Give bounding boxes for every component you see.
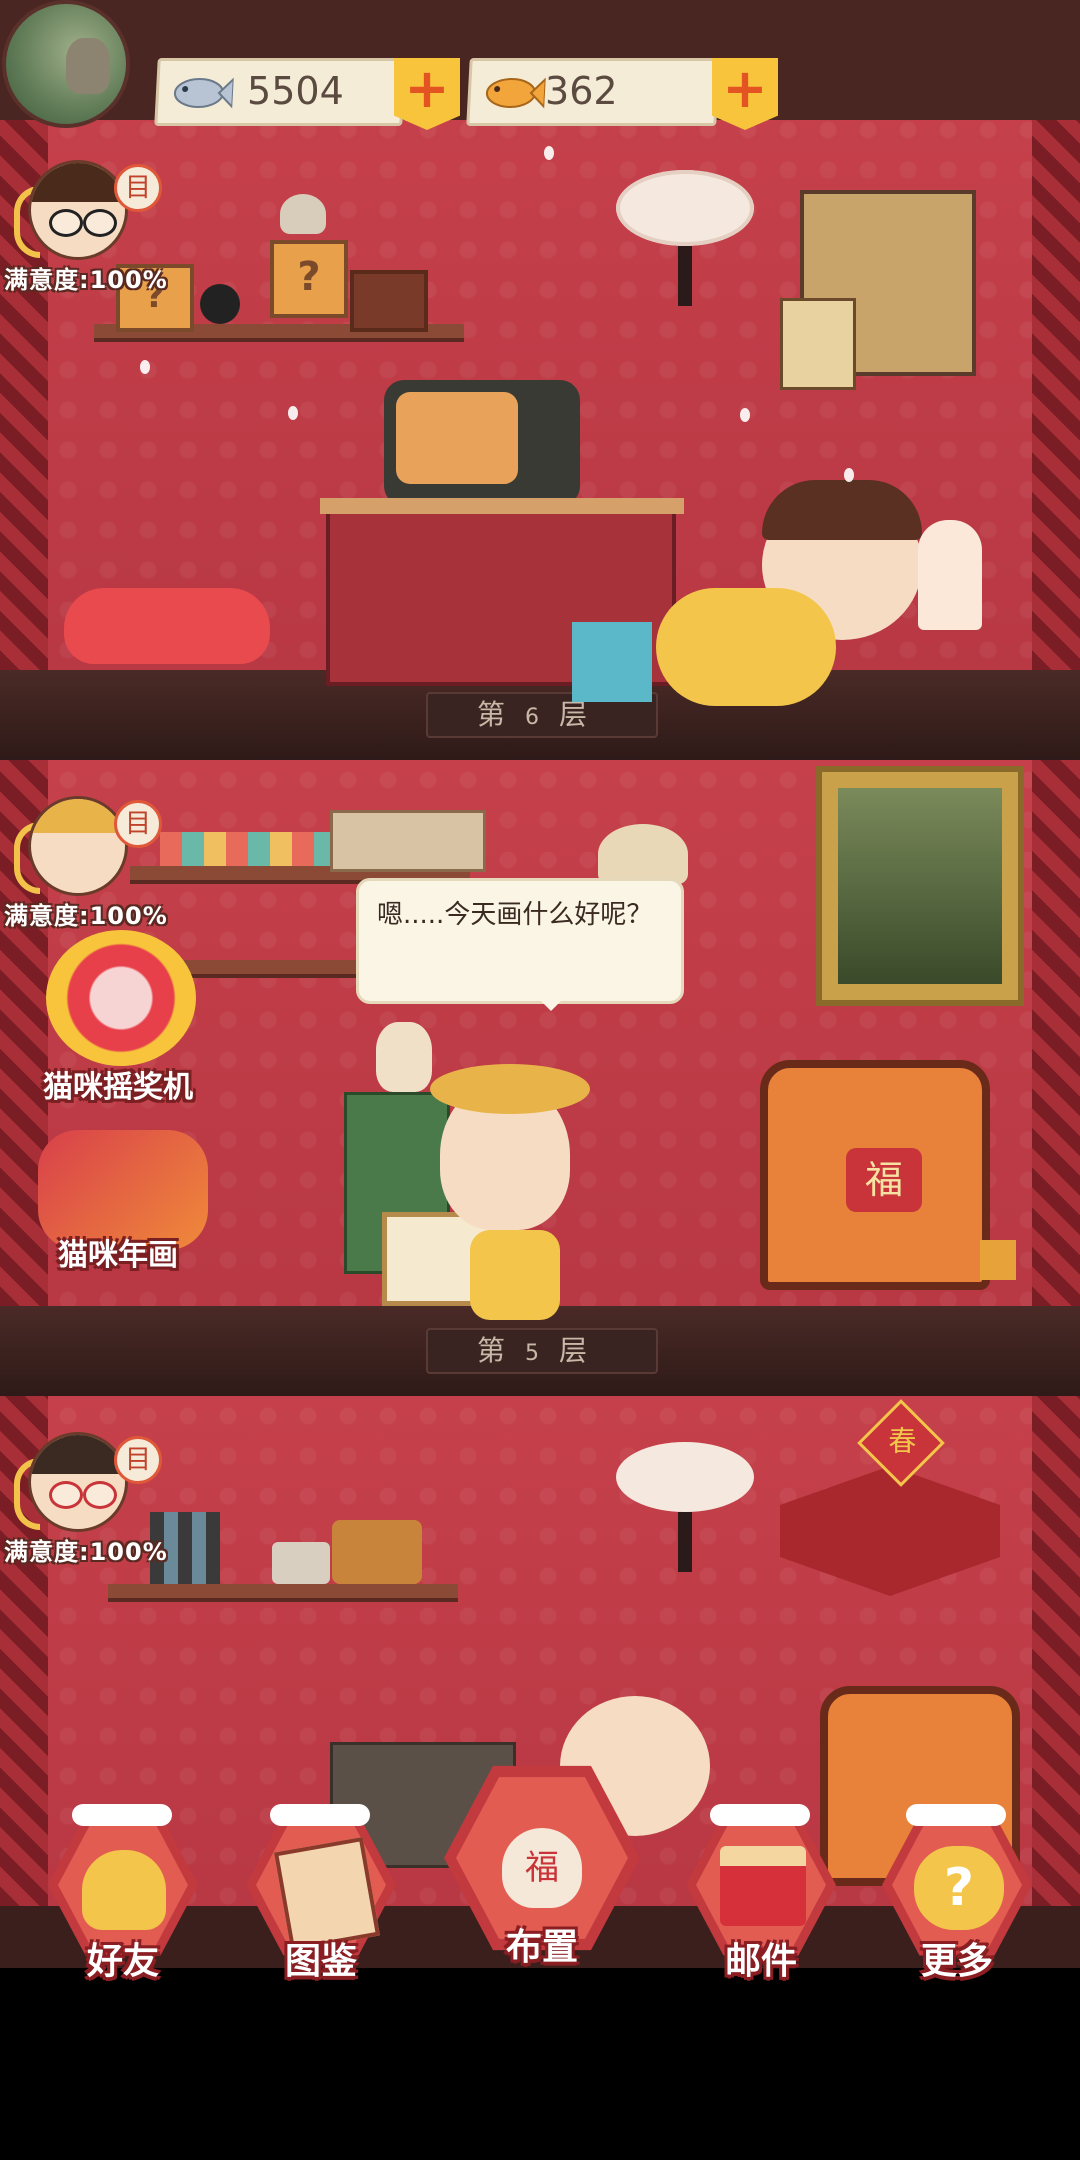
- add-silver-fish-button[interactable]: +: [394, 58, 460, 130]
- nav-decorate-button[interactable]: 福 布置: [444, 1760, 640, 1970]
- canvas-stack[interactable]: [330, 810, 486, 872]
- question-cat-icon: ?: [914, 1846, 1004, 1930]
- memo-icon[interactable]: 目: [114, 164, 162, 212]
- cat-new-year-painting-button[interactable]: 猫咪年画: [18, 1130, 218, 1280]
- nav-collection-button[interactable]: 图鉴: [236, 1804, 406, 1982]
- cat-lottery-button[interactable]: 猫咪摇奖机: [18, 930, 218, 1105]
- lottery-machine-icon: [46, 930, 196, 1066]
- bomb-toy[interactable]: [200, 284, 240, 324]
- friends-icon: [82, 1850, 166, 1930]
- cushion[interactable]: [64, 588, 270, 664]
- snowflake: [844, 468, 854, 482]
- nav-friends-button[interactable]: 好友: [38, 1804, 208, 1982]
- snowflake: [544, 146, 554, 160]
- camera[interactable]: [272, 1542, 330, 1584]
- snowflake: [288, 406, 298, 420]
- paper-lantern[interactable]: [616, 170, 754, 246]
- shelf: [108, 1584, 458, 1602]
- floor-label: 第5层: [426, 1328, 658, 1374]
- resident-badge-floor-6[interactable]: 目 满意度:100%: [4, 160, 184, 300]
- potted-plant[interactable]: [980, 1240, 1016, 1280]
- gumball-machine[interactable]: [918, 520, 982, 630]
- nav-mail-button[interactable]: 邮件: [676, 1804, 846, 1982]
- desk-top: [320, 498, 684, 514]
- satisfaction-label: 满意度:100%: [4, 1538, 168, 1566]
- question-box[interactable]: ?: [270, 240, 348, 318]
- memo-icon[interactable]: 目: [114, 1436, 162, 1484]
- paper-lantern[interactable]: [616, 1442, 754, 1512]
- fu-pillow[interactable]: 福: [846, 1148, 922, 1212]
- mushroom-toy[interactable]: [280, 194, 326, 234]
- ceiling-lamp[interactable]: [598, 824, 688, 884]
- red-envelope-icon: [720, 1846, 806, 1926]
- vase[interactable]: [376, 1022, 432, 1092]
- player-avatar[interactable]: [2, 0, 130, 128]
- nav-more-button[interactable]: ? 更多: [872, 1804, 1042, 1982]
- satisfaction-label: 满意度:100%: [4, 266, 168, 294]
- add-gold-fish-button[interactable]: +: [712, 58, 778, 130]
- gold-fish-icon: [485, 76, 547, 110]
- memo-icon[interactable]: 目: [114, 800, 162, 848]
- lantern-tassel: [678, 1512, 692, 1572]
- painter-body: [470, 1230, 560, 1320]
- resident-badge-floor-4[interactable]: 目 满意度:100%: [4, 1432, 184, 1572]
- resident-avatar: [28, 160, 128, 260]
- fu-bag-icon: 福: [502, 1828, 582, 1908]
- briefcase[interactable]: [332, 1520, 422, 1584]
- silver-fish-counter: 5504: [154, 58, 406, 126]
- satisfaction-label: 满意度:100%: [4, 902, 168, 930]
- yellow-cat[interactable]: [656, 588, 836, 706]
- snowflake: [740, 408, 750, 422]
- resident-avatar: [28, 796, 128, 896]
- gold-fish-counter: 362: [466, 58, 720, 126]
- painter-beret: [430, 1064, 590, 1114]
- resident-hair: [762, 480, 922, 540]
- toy-blocks[interactable]: [572, 622, 652, 702]
- resident-badge-floor-5[interactable]: 目 满意度:100%: [4, 796, 184, 936]
- book-box[interactable]: [350, 270, 428, 332]
- speech-bubble[interactable]: 嗯.....今天画什么好呢？: [356, 878, 684, 1011]
- snowflake: [140, 360, 150, 374]
- mona-lisa-cat-painting: [838, 788, 1002, 984]
- silver-fish-icon: [173, 76, 235, 110]
- poster-small[interactable]: [780, 298, 856, 390]
- tv-screen: [396, 392, 518, 484]
- resident-avatar: [28, 1432, 128, 1532]
- lantern-tassel: [678, 246, 692, 306]
